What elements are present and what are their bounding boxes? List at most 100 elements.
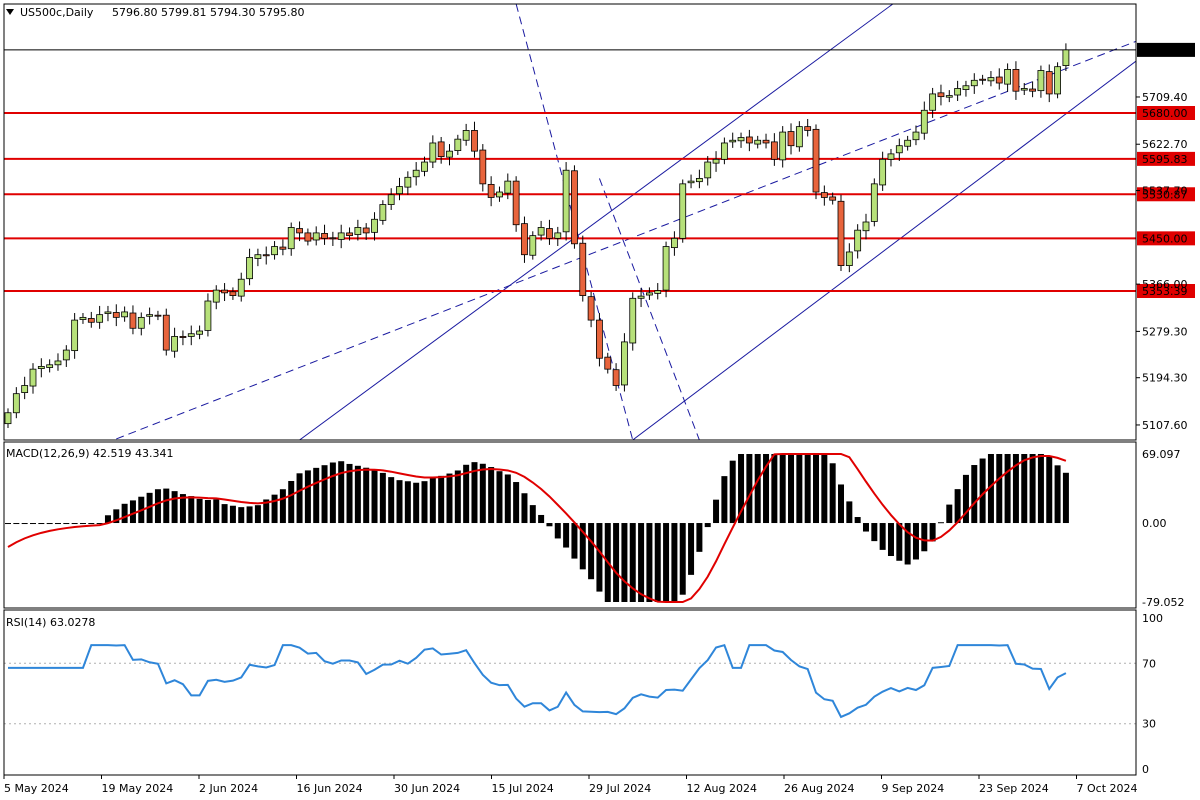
candle-body	[471, 130, 478, 152]
macd-bar	[654, 523, 661, 602]
candle-body	[562, 169, 570, 233]
candle-body	[937, 92, 945, 98]
candle-body	[37, 366, 45, 370]
candle-body	[687, 180, 695, 184]
candle-body	[554, 232, 562, 239]
candle-body	[912, 131, 920, 141]
macd-bar	[79, 523, 86, 525]
candle-body	[662, 246, 670, 291]
macd-bar	[937, 522, 944, 524]
price-tick-label: 5622.70	[1142, 138, 1188, 151]
price-tick-label: 5279.30	[1142, 325, 1188, 338]
candle-body	[779, 131, 787, 161]
candle-body	[820, 192, 828, 198]
candle-body	[654, 290, 662, 294]
candle-body	[695, 177, 703, 183]
macd-bar	[396, 480, 403, 524]
candle-body	[1020, 88, 1028, 91]
chart-canvas: 5680.005595.835530.875450.005353.395795.…	[0, 0, 1200, 800]
macd-bar	[887, 523, 894, 557]
macd-bar	[296, 473, 303, 524]
candle-body	[279, 246, 287, 250]
macd-bar	[838, 484, 844, 524]
candle-body	[412, 169, 420, 178]
time-tick-label: 29 Jul 2024	[589, 782, 651, 795]
candle-body	[187, 333, 195, 337]
macd-bar	[246, 506, 253, 524]
candle-body	[404, 176, 412, 188]
macd-bar	[688, 523, 695, 575]
candle-body	[179, 336, 187, 338]
time-tick-label: 12 Aug 2024	[687, 782, 757, 795]
candle-body	[137, 316, 145, 329]
candle-body	[712, 158, 720, 164]
macd-bar	[88, 523, 95, 525]
candle-body	[196, 330, 203, 335]
candle-body	[429, 142, 437, 163]
candle-body	[754, 139, 762, 145]
candle-body	[720, 142, 728, 160]
macd-bar	[38, 523, 45, 525]
macd-bar	[363, 467, 370, 524]
macd-label: MACD(12,26,9) 42.519 43.341	[6, 447, 174, 460]
macd-bar	[754, 454, 761, 524]
candle-body	[804, 126, 812, 131]
candle-body	[421, 161, 428, 172]
macd-bar	[713, 499, 720, 524]
rsi-label: RSI(14) 63.0278	[6, 616, 95, 629]
candle-body	[904, 139, 912, 147]
macd-bar	[304, 470, 311, 524]
candle-body	[1004, 69, 1011, 85]
macd-bar	[421, 481, 428, 524]
macd-bar	[721, 476, 728, 524]
candle-body	[96, 314, 104, 323]
candle-body	[237, 278, 245, 297]
macd-bar	[254, 505, 261, 524]
macd-bar	[196, 498, 203, 524]
macd-bar	[404, 481, 411, 524]
macd-bar	[846, 501, 853, 524]
candle-body	[596, 319, 603, 359]
candle-body	[46, 364, 54, 368]
time-tick-label: 2 Jun 2024	[199, 782, 258, 795]
macd-bar	[154, 489, 161, 524]
candle-body	[945, 95, 953, 98]
macd-bar	[696, 523, 703, 552]
macd-bar	[379, 472, 386, 524]
candle-body	[162, 314, 170, 351]
macd-bar	[854, 517, 861, 524]
macd-bar	[563, 523, 570, 548]
macd-bar	[488, 467, 495, 524]
chart-background	[0, 0, 1200, 800]
macd-bar	[779, 454, 786, 524]
candle-body	[529, 235, 537, 256]
macd-bar	[13, 523, 20, 525]
macd-bar	[613, 523, 620, 602]
rsi-tick-label: 30	[1142, 718, 1156, 731]
candle-body	[146, 314, 154, 317]
macd-bar	[979, 458, 986, 524]
time-tick-label: 23 Sep 2024	[979, 782, 1049, 795]
macd-bar	[729, 460, 736, 524]
macd-bar	[238, 507, 245, 524]
macd-bar	[171, 491, 178, 524]
macd-bar	[1054, 465, 1061, 524]
macd-bar	[1029, 454, 1036, 524]
candle-body	[812, 128, 820, 193]
candle-body	[929, 93, 937, 111]
ohlc-values: 5796.80 5799.81 5794.30 5795.80	[112, 6, 304, 19]
macd-bar	[871, 523, 878, 542]
candle-body	[21, 385, 29, 393]
candle-body	[862, 221, 870, 232]
candle-body	[296, 228, 303, 234]
macd-bar	[829, 463, 836, 524]
time-tick-label: 30 Jun 2024	[394, 782, 460, 795]
macd-bar	[279, 489, 286, 524]
candle-body	[304, 232, 312, 242]
candle-body	[354, 227, 362, 235]
macd-bar	[188, 496, 195, 524]
candle-body	[212, 289, 220, 303]
candle-body	[462, 130, 470, 141]
candle-body	[437, 141, 445, 157]
macd-tick-label: 0.00	[1142, 517, 1167, 530]
